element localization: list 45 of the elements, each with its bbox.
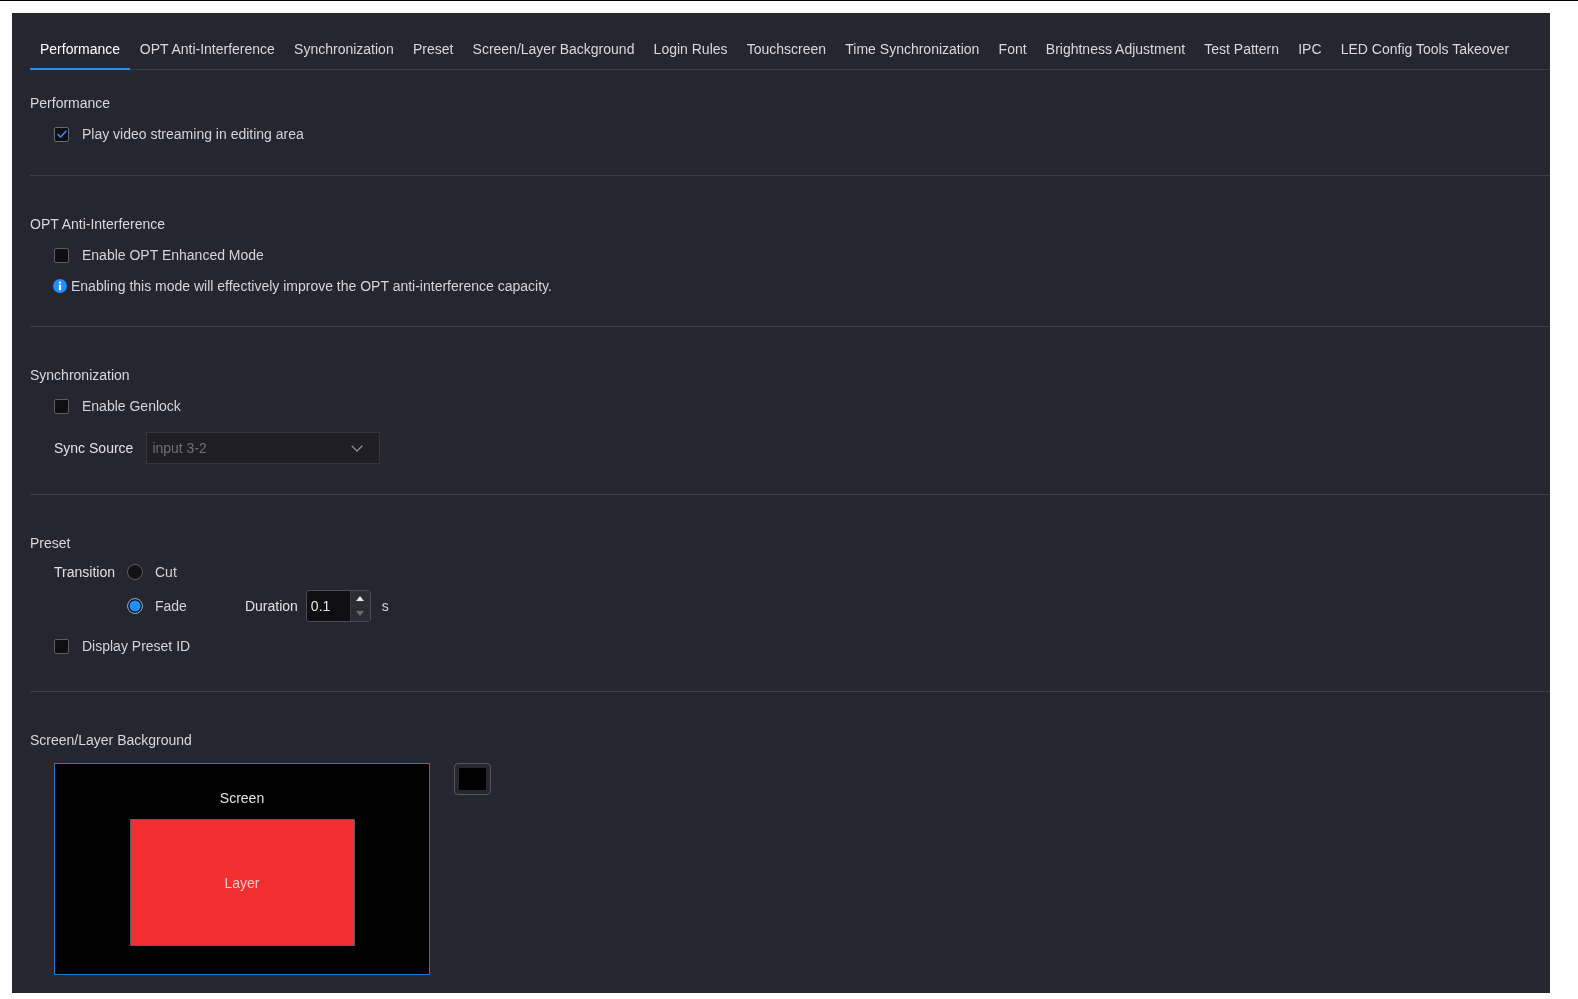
color-swatch-icon	[459, 768, 486, 790]
screen-label: Screen	[219, 789, 265, 808]
tab[interactable]: IPC	[1288, 35, 1332, 70]
section-title: Preset	[30, 534, 72, 553]
tab[interactable]: LED Config Tools Takeover	[1331, 35, 1519, 70]
caret-down-icon	[356, 611, 365, 616]
checkbox[interactable]	[54, 126, 69, 142]
info-icon	[53, 279, 67, 293]
field-label: Sync Source	[54, 439, 134, 458]
section-title: OPT Anti-Interference	[30, 215, 167, 234]
tab[interactable]: Test Pattern	[1194, 35, 1289, 70]
tab[interactable]: OPT Anti-Interference	[130, 35, 285, 70]
radio-button[interactable]	[127, 564, 143, 580]
checkbox-label: Enable Genlock	[82, 397, 181, 416]
radio-label: Fade	[155, 597, 187, 616]
check-icon	[56, 130, 67, 138]
color-picker-button[interactable]	[454, 763, 491, 795]
tab[interactable]: Screen/Layer Background	[462, 35, 644, 70]
tab[interactable]: Preset	[403, 35, 463, 70]
checkbox[interactable]	[54, 247, 69, 263]
tab[interactable]: Time Synchronization	[835, 35, 989, 70]
tab[interactable]: Performance	[30, 35, 131, 70]
tab[interactable]: Synchronization	[284, 35, 404, 70]
info-text: Enabling this mode will effectively improve the OPT anti-interference capacity.	[71, 277, 552, 296]
checkbox-label: Display Preset ID	[82, 637, 191, 656]
radio-label: Cut	[155, 563, 177, 582]
section-title: Synchronization	[30, 366, 131, 385]
radio-button[interactable]	[127, 598, 143, 614]
tab[interactable]: Touchscreen	[737, 35, 836, 70]
tab[interactable]: Login Rules	[644, 35, 738, 70]
checkbox[interactable]	[54, 398, 69, 414]
tab[interactable]: Font	[989, 35, 1037, 70]
checkbox-label: Enable OPT Enhanced Mode	[82, 246, 264, 265]
field-label: Duration	[244, 597, 298, 616]
layer-preview: Layer	[129, 819, 355, 946]
section-title: Performance	[30, 94, 112, 113]
unit-label: s	[381, 597, 389, 616]
duration-field[interactable]: 0.1	[305, 590, 371, 622]
section-title: Screen/Layer Background	[30, 731, 193, 750]
chevron-down-icon	[351, 444, 364, 452]
caret-up-icon	[356, 596, 365, 601]
tab[interactable]: Brightness Adjustment	[1036, 35, 1195, 70]
field-label: Transition	[54, 563, 116, 582]
checkbox[interactable]	[54, 638, 69, 654]
checkbox-label: Play video streaming in editing area	[82, 125, 304, 144]
